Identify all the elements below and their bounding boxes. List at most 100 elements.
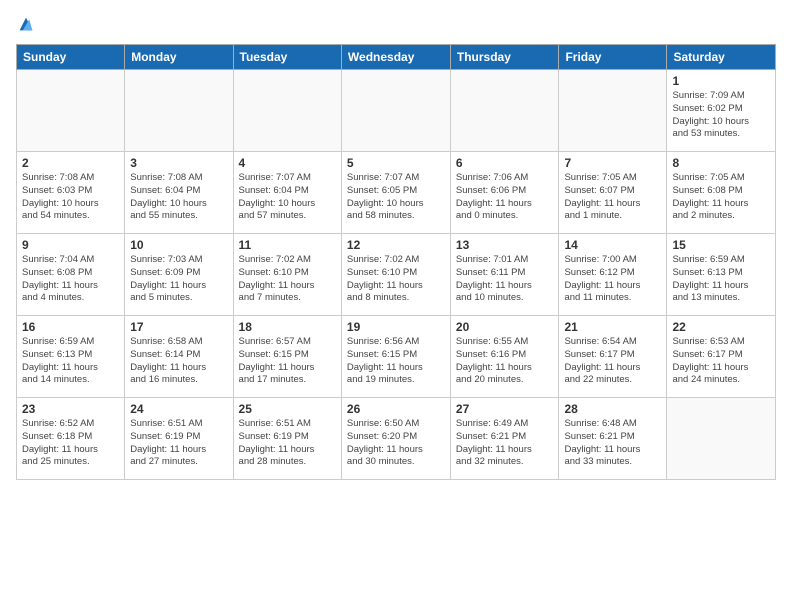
day-number: 2 (22, 156, 119, 170)
day-number: 14 (564, 238, 661, 252)
calendar-cell: 19Sunrise: 6:56 AMSunset: 6:15 PMDayligh… (341, 316, 450, 398)
calendar-cell (450, 70, 559, 152)
col-header-friday: Friday (559, 45, 667, 70)
day-number: 21 (564, 320, 661, 334)
logo-icon (18, 16, 34, 32)
day-number: 12 (347, 238, 445, 252)
calendar-cell: 25 Sunrise: 6:51 AMSunset: 6:19 PMDayligh… (233, 398, 341, 480)
day-number: 19 (347, 320, 445, 334)
day-number: 27 (456, 402, 554, 416)
day-number: 9 (22, 238, 119, 252)
day-info: Sunrise: 6:51 AMSunset: 6:19 PMDaylight:… (130, 418, 227, 469)
day-info: Sunrise: 6:54 AMSunset: 6:17 PMDaylight:… (564, 336, 661, 387)
calendar-cell: 1 Sunrise: 7:09 AMSunset: 6:02 PMDaylight… (667, 70, 776, 152)
calendar-cell: 5 Sunrise: 7:07 AMSunset: 6:05 PMDaylight… (341, 152, 450, 234)
calendar-cell: 3 Sunrise: 7:08 AMSunset: 6:04 PMDaylight… (125, 152, 233, 234)
day-number: 22 (672, 320, 770, 334)
day-info: Sunrise: 6:59 AMSunset: 6:13 PMDaylight:… (22, 336, 119, 387)
calendar-cell: 20 Sunrise: 6:55 AMSunset: 6:16 PMDayligh… (450, 316, 559, 398)
day-number: 18 (239, 320, 336, 334)
calendar-cell (125, 70, 233, 152)
day-number: 11 (239, 238, 336, 252)
day-number: 13 (456, 238, 554, 252)
day-number: 28 (564, 402, 661, 416)
day-info: Sunrise: 6:59 AMSunset: 6:13 PMDaylight:… (672, 254, 770, 305)
calendar-cell: 22 Sunrise: 6:53 AMSunset: 6:17 PMDayligh… (667, 316, 776, 398)
day-info: Sunrise: 7:08 AMSunset: 6:03 PMDaylight:… (22, 172, 119, 223)
col-header-wednesday: Wednesday (341, 45, 450, 70)
day-number: 6 (456, 156, 554, 170)
day-number: 24 (130, 402, 227, 416)
day-info: Sunrise: 6:49 AMSunset: 6:21 PMDaylight:… (456, 418, 554, 469)
day-info: Sunrise: 7:05 AMSunset: 6:07 PMDaylight:… (564, 172, 661, 223)
day-info: Sunrise: 7:03 AMSunset: 6:09 PMDaylight:… (130, 254, 227, 305)
calendar-cell: 14 Sunrise: 7:00 AMSunset: 6:12 PMDayligh… (559, 234, 667, 316)
calendar-cell: 17 Sunrise: 6:58 AMSunset: 6:14 PMDayligh… (125, 316, 233, 398)
day-number: 4 (239, 156, 336, 170)
day-number: 20 (456, 320, 554, 334)
day-number: 16 (22, 320, 119, 334)
calendar-cell: 9 Sunrise: 7:04 AMSunset: 6:08 PMDaylight… (17, 234, 125, 316)
calendar-cell: 13 Sunrise: 7:01 AMSunset: 6:11 PMDayligh… (450, 234, 559, 316)
day-info: Sunrise: 7:07 AMSunset: 6:05 PMDaylight:… (347, 172, 445, 223)
calendar-cell: 7 Sunrise: 7:05 AMSunset: 6:07 PMDaylight… (559, 152, 667, 234)
day-number: 5 (347, 156, 445, 170)
week-row-2: 2 Sunrise: 7:08 AMSunset: 6:03 PMDaylight… (17, 152, 776, 234)
calendar-cell: 23 Sunrise: 6:52 AMSunset: 6:18 PMDayligh… (17, 398, 125, 480)
day-info: Sunrise: 6:48 AMSunset: 6:21 PMDaylight:… (564, 418, 661, 469)
week-row-3: 9 Sunrise: 7:04 AMSunset: 6:08 PMDaylight… (17, 234, 776, 316)
col-header-tuesday: Tuesday (233, 45, 341, 70)
day-number: 15 (672, 238, 770, 252)
day-info: Sunrise: 7:07 AMSunset: 6:04 PMDaylight:… (239, 172, 336, 223)
week-row-1: 1 Sunrise: 7:09 AMSunset: 6:02 PMDaylight… (17, 70, 776, 152)
calendar-cell: 4 Sunrise: 7:07 AMSunset: 6:04 PMDaylight… (233, 152, 341, 234)
day-number: 25 (239, 402, 336, 416)
day-info: Sunrise: 6:53 AMSunset: 6:17 PMDaylight:… (672, 336, 770, 387)
calendar-cell (233, 70, 341, 152)
day-info: Sunrise: 6:55 AMSunset: 6:16 PMDaylight:… (456, 336, 554, 387)
calendar-cell: 8 Sunrise: 7:05 AMSunset: 6:08 PMDaylight… (667, 152, 776, 234)
col-header-thursday: Thursday (450, 45, 559, 70)
col-header-monday: Monday (125, 45, 233, 70)
calendar-cell: 16 Sunrise: 6:59 AMSunset: 6:13 PMDayligh… (17, 316, 125, 398)
day-number: 1 (672, 74, 770, 88)
day-info: Sunrise: 6:52 AMSunset: 6:18 PMDaylight:… (22, 418, 119, 469)
day-info: Sunrise: 7:04 AMSunset: 6:08 PMDaylight:… (22, 254, 119, 305)
day-number: 26 (347, 402, 445, 416)
day-info: Sunrise: 6:50 AMSunset: 6:20 PMDaylight:… (347, 418, 445, 469)
page: SundayMondayTuesdayWednesdayThursdayFrid… (0, 0, 792, 612)
calendar-cell: 21 Sunrise: 6:54 AMSunset: 6:17 PMDayligh… (559, 316, 667, 398)
calendar-cell: 11 Sunrise: 7:02 AMSunset: 6:10 PMDayligh… (233, 234, 341, 316)
day-info: Sunrise: 7:00 AMSunset: 6:12 PMDaylight:… (564, 254, 661, 305)
day-number: 23 (22, 402, 119, 416)
day-info: Sunrise: 6:58 AMSunset: 6:14 PMDaylight:… (130, 336, 227, 387)
calendar-cell (17, 70, 125, 152)
calendar-cell: 10 Sunrise: 7:03 AMSunset: 6:09 PMDayligh… (125, 234, 233, 316)
col-header-sunday: Sunday (17, 45, 125, 70)
day-info: Sunrise: 7:05 AMSunset: 6:08 PMDaylight:… (672, 172, 770, 223)
calendar-header-row: SundayMondayTuesdayWednesdayThursdayFrid… (17, 45, 776, 70)
calendar-cell: 24 Sunrise: 6:51 AMSunset: 6:19 PMDayligh… (125, 398, 233, 480)
day-number: 7 (564, 156, 661, 170)
header (16, 16, 776, 32)
calendar-cell: 2 Sunrise: 7:08 AMSunset: 6:03 PMDaylight… (17, 152, 125, 234)
calendar-cell: 26 Sunrise: 6:50 AMSunset: 6:20 PMDayligh… (341, 398, 450, 480)
day-info: Sunrise: 6:51 AMSunset: 6:19 PMDaylight:… (239, 418, 336, 469)
calendar-cell: 28 Sunrise: 6:48 AMSunset: 6:21 PMDayligh… (559, 398, 667, 480)
week-row-5: 23 Sunrise: 6:52 AMSunset: 6:18 PMDayligh… (17, 398, 776, 480)
logo (16, 16, 34, 32)
day-number: 3 (130, 156, 227, 170)
day-number: 10 (130, 238, 227, 252)
day-info: Sunrise: 7:09 AMSunset: 6:02 PMDaylight:… (672, 90, 770, 141)
day-info: Sunrise: 7:02 AMSunset: 6:10 PMDaylight:… (347, 254, 445, 305)
day-info: Sunrise: 7:02 AMSunset: 6:10 PMDaylight:… (239, 254, 336, 305)
calendar: SundayMondayTuesdayWednesdayThursdayFrid… (16, 44, 776, 480)
day-info: Sunrise: 7:01 AMSunset: 6:11 PMDaylight:… (456, 254, 554, 305)
calendar-cell (341, 70, 450, 152)
day-number: 17 (130, 320, 227, 334)
calendar-cell (667, 398, 776, 480)
day-number: 8 (672, 156, 770, 170)
week-row-4: 16 Sunrise: 6:59 AMSunset: 6:13 PMDayligh… (17, 316, 776, 398)
day-info: Sunrise: 7:08 AMSunset: 6:04 PMDaylight:… (130, 172, 227, 223)
calendar-cell: 12 Sunrise: 7:02 AMSunset: 6:10 PMDayligh… (341, 234, 450, 316)
